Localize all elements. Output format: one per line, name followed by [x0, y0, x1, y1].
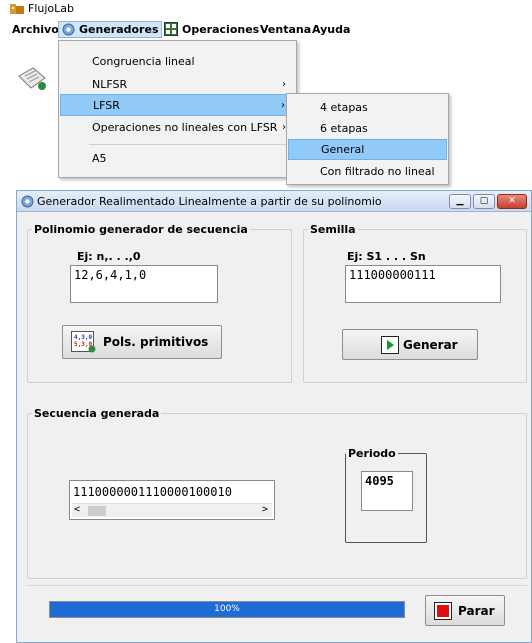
- menu-archivo[interactable]: Archivo: [10, 21, 61, 38]
- lfsr-dialog: Generador Realimentado Linealmente a par…: [16, 190, 532, 643]
- seed-hint: Ej: S1 . . . Sn: [347, 250, 426, 263]
- close-button[interactable]: ✕: [497, 194, 527, 209]
- menu-operaciones-label: Operaciones: [182, 23, 260, 36]
- seed-input[interactable]: 111000000111: [345, 265, 501, 303]
- document-tool-icon[interactable]: [15, 66, 49, 92]
- menu-item-congruencia[interactable]: Congruencia lineal: [60, 51, 296, 73]
- menu-bar: Archivo Generadores Operaciones Ventana …: [0, 18, 532, 40]
- period-group-legend: Periodo: [348, 447, 396, 460]
- seed-group-legend: Semilla: [310, 223, 356, 236]
- menu-operaciones[interactable]: Operaciones: [162, 21, 261, 38]
- menu-generadores-label: Generadores: [79, 23, 159, 36]
- menu-item-a5[interactable]: A5: [60, 148, 296, 170]
- maximize-icon: ▢: [479, 196, 489, 206]
- period-output[interactable]: 4095: [361, 471, 413, 511]
- sequence-output[interactable]: 1110000001110000100010 < >: [69, 480, 275, 520]
- menu-item-label: LFSR: [93, 99, 120, 112]
- icon-line-1: 4,3,0: [74, 334, 92, 341]
- stop-label: Parar: [458, 604, 495, 618]
- stop-button[interactable]: Parar: [425, 595, 505, 626]
- scroll-thumb[interactable]: [88, 506, 106, 516]
- app-title-bar: FlujoLab: [0, 0, 532, 18]
- close-icon: ✕: [508, 196, 516, 206]
- lfsr-submenu: 4 etapas 6 etapas General Con filtrado n…: [286, 93, 449, 185]
- menu-item-label: Operaciones no lineales con LFSR: [92, 121, 278, 134]
- sequence-group-legend: Secuencia generada: [34, 407, 160, 420]
- scroll-left-arrow[interactable]: <: [74, 504, 80, 515]
- menu-item-lfsr[interactable]: LFSR ›: [60, 94, 296, 116]
- polynomial-list-icon: 4,3,0 5,3,0: [71, 331, 96, 353]
- menu-item-label: Congruencia lineal: [92, 55, 195, 68]
- generate-label: Generar: [403, 338, 458, 352]
- submenu-item-4-etapas[interactable]: 4 etapas: [288, 97, 447, 118]
- menu-ventana[interactable]: Ventana: [258, 21, 313, 38]
- stop-icon: [434, 602, 452, 620]
- menu-item-nlfsr[interactable]: NLFSR ›: [60, 74, 296, 96]
- polynomial-input[interactable]: 12,6,4,1,0: [70, 265, 218, 303]
- gear-icon: [62, 23, 75, 36]
- chevron-right-icon: ›: [281, 100, 285, 111]
- menu-separator: [89, 144, 292, 145]
- menu-item-label: A5: [92, 152, 107, 165]
- horizontal-scrollbar[interactable]: < >: [72, 503, 272, 517]
- app-logo-icon: [10, 4, 24, 14]
- progress-text: 100%: [214, 604, 240, 614]
- polynomial-group-legend: Polinomio generador de secuencia: [34, 223, 248, 236]
- scroll-right-arrow[interactable]: >: [262, 504, 268, 515]
- app-title: FlujoLab: [28, 2, 74, 15]
- menu-generadores[interactable]: Generadores: [58, 21, 162, 38]
- polynomial-group: Polinomio generador de secuencia: [27, 223, 292, 383]
- progress-bar: 100%: [49, 601, 405, 618]
- submenu-item-general[interactable]: General: [288, 139, 447, 160]
- primitive-polynomials-label: Pols. primitivos: [103, 335, 209, 349]
- minimize-button[interactable]: ▁: [449, 194, 471, 209]
- submenu-item-filtrado[interactable]: Con filtrado no lineal: [288, 161, 447, 182]
- maximize-button[interactable]: ▢: [473, 194, 495, 209]
- polynomial-hint: Ej: n,. . .,0: [77, 250, 141, 263]
- menu-item-label: NLFSR: [92, 78, 128, 91]
- menu-item-op-no-lineales[interactable]: Operaciones no lineales con LFSR ›: [60, 117, 296, 139]
- play-icon: [381, 336, 399, 354]
- sequence-text: 1110000001110000100010: [73, 485, 232, 499]
- divider: [27, 585, 527, 586]
- gear-icon: [21, 195, 34, 208]
- minimize-icon: ▁: [456, 196, 464, 206]
- primitive-polynomials-button[interactable]: 4,3,0 5,3,0 Pols. primitivos: [62, 325, 222, 359]
- generate-button[interactable]: Generar: [342, 329, 478, 360]
- menu-ayuda[interactable]: Ayuda: [310, 21, 352, 38]
- submenu-item-6-etapas[interactable]: 6 etapas: [288, 118, 447, 139]
- dialog-title-bar[interactable]: Generador Realimentado Linealmente a par…: [17, 191, 531, 212]
- generadores-dropdown: Congruencia lineal NLFSR › LFSR › Operac…: [58, 40, 297, 178]
- dialog-title: Generador Realimentado Linealmente a par…: [37, 195, 382, 208]
- calculator-icon: [164, 22, 178, 36]
